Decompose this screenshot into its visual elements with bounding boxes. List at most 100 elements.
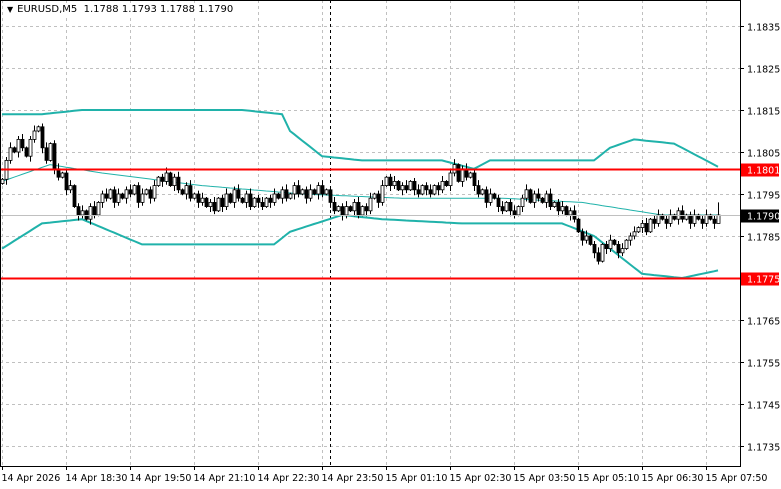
candle-body [52, 143, 57, 170]
candle-body [344, 206, 349, 216]
candle-body [428, 189, 433, 195]
candle-body [64, 172, 69, 191]
y-tick-label: 1.1825 [747, 65, 780, 76]
candle-body [20, 138, 25, 149]
candle-body [640, 222, 645, 228]
candle-body [492, 193, 497, 199]
candle-body [292, 185, 297, 195]
time-axis[interactable]: 14 Apr 2026 14 Apr 18:30 14 Apr 19:50 14 Ap… [2, 466, 768, 484]
candle-body [520, 197, 525, 207]
candle-body [244, 193, 249, 203]
candle-body [280, 189, 285, 199]
candle-body [424, 185, 429, 191]
candle-body [284, 189, 289, 199]
candle-body [392, 180, 397, 186]
candle-body [512, 210, 517, 216]
candle-body [664, 218, 669, 224]
y-tick-label: 1.1835 [747, 23, 780, 34]
price-axis[interactable]: 1.1835 1.1825 1.1815 1.1805 1.1795 1.1785 1.17… [740, 23, 780, 454]
candle-body [480, 189, 485, 195]
candle-body [304, 189, 309, 199]
candle-body [412, 180, 417, 191]
x-tick-label: 15 Apr 06:30 [642, 473, 704, 484]
candle-body [580, 231, 585, 241]
candle-body [528, 189, 533, 203]
candle-body [72, 185, 77, 208]
x-tick-label: 15 Apr 03:50 [514, 473, 576, 484]
x-tick-label: 14 Apr 18:30 [66, 473, 128, 484]
open-value: 1.1788 [83, 4, 119, 15]
candle-body [600, 243, 605, 262]
chart-header: ▼ EURUSD,M5 1.1788 1.1793 1.1788 1.1790 [5, 4, 236, 15]
candle-body [92, 206, 97, 216]
x-tick-label: 15 Apr 07:50 [706, 473, 768, 484]
candle-body [44, 147, 49, 161]
candle-body [632, 231, 637, 237]
price-chart[interactable]: 1.1835 1.1825 1.1815 1.1805 1.1795 1.1785 1.17… [0, 0, 781, 489]
candle-body [192, 193, 197, 199]
candle-body [276, 193, 281, 199]
candle-body [232, 189, 237, 203]
candle-body [360, 206, 365, 216]
candle-body [540, 197, 545, 203]
x-tick-label: 14 Apr 22:30 [258, 473, 320, 484]
candle-body [144, 189, 149, 195]
candle-body [116, 193, 121, 203]
candle-body [500, 206, 505, 212]
candle-body [296, 185, 301, 195]
candle-body [624, 239, 629, 249]
candle-body [268, 197, 273, 203]
candle-body [112, 189, 117, 203]
candle-body [568, 210, 573, 216]
candle-body [368, 197, 373, 212]
dropdown-triangle-icon[interactable]: ▼ [7, 5, 13, 14]
bollinger-upper [2, 109, 719, 170]
candle-body [108, 189, 113, 199]
candle-body [328, 189, 333, 203]
candle-body [596, 252, 601, 262]
candle-body [372, 193, 377, 199]
candle-body [436, 185, 441, 191]
candle-body [300, 189, 305, 195]
candle-body [172, 176, 177, 186]
candle-body [260, 201, 265, 207]
candle-body [456, 164, 461, 182]
candle-body [180, 189, 185, 195]
candle-body [588, 235, 593, 245]
candle-body [460, 168, 465, 182]
candle-body [312, 189, 317, 195]
candle-body [36, 126, 41, 132]
candle-body [76, 206, 81, 216]
candle-body [340, 206, 345, 216]
candle-body [432, 185, 437, 195]
candle-body [272, 193, 277, 203]
candle-body [488, 193, 493, 203]
candle-body [256, 197, 261, 203]
candle-body [404, 185, 409, 191]
candle-body [16, 138, 21, 153]
x-tick-label: 15 Apr 05:10 [578, 473, 640, 484]
candle-body [408, 180, 413, 191]
candle-body [704, 214, 709, 224]
candle-body [532, 193, 537, 203]
candle-body [384, 176, 389, 186]
candle-body [444, 180, 449, 186]
candle-body [376, 193, 381, 203]
x-tick-label: 14 Apr 2026 [2, 473, 61, 484]
grid [0, 0, 740, 466]
candle-body [668, 214, 673, 224]
candle-body [104, 193, 109, 199]
candle-body [96, 201, 101, 216]
candle-body [544, 193, 549, 203]
candle-body [204, 197, 209, 207]
candle-body [216, 197, 221, 212]
candle-body [484, 189, 489, 203]
candle-body [400, 185, 405, 191]
candle-body [220, 197, 225, 207]
candle-body [188, 185, 193, 199]
candle-body [564, 206, 569, 216]
candle-body [24, 147, 29, 157]
candle-body [612, 239, 617, 245]
candle-body [420, 185, 425, 195]
chart-frame [0, 0, 741, 467]
